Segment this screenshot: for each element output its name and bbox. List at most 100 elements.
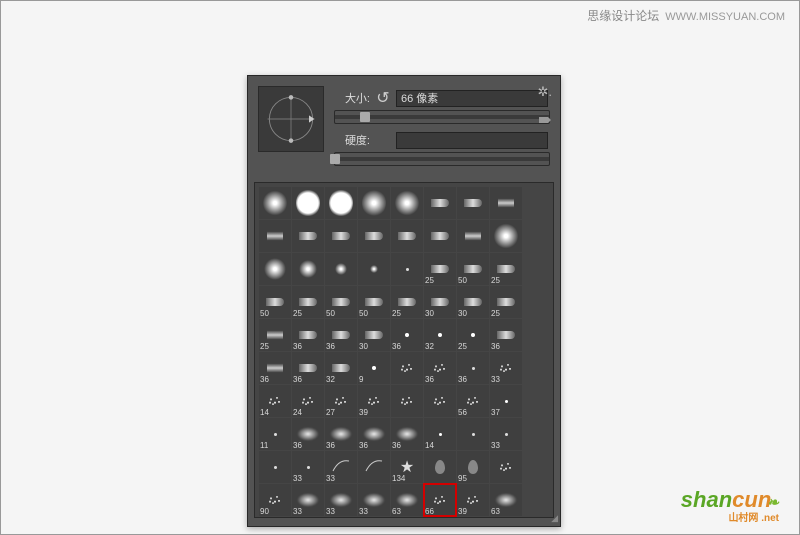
brush-thumb[interactable]: 50 <box>325 286 357 318</box>
brush-thumb[interactable] <box>259 451 291 483</box>
brush-thumb[interactable] <box>358 220 390 252</box>
brush-thumb[interactable]: 100 <box>391 517 423 518</box>
brush-grid: 2550255025505025303025253636303632253636… <box>254 182 554 518</box>
gear-icon[interactable]: ✲. <box>537 84 552 100</box>
brush-thumb[interactable] <box>391 220 423 252</box>
brush-thumb[interactable]: 55 <box>358 517 390 518</box>
brush-thumb[interactable] <box>424 220 456 252</box>
brush-thumb[interactable]: 36 <box>358 418 390 450</box>
brush-thumb[interactable] <box>358 187 390 219</box>
brush-thumb[interactable]: 37 <box>490 385 522 417</box>
brush-thumb[interactable]: 11 <box>259 517 291 518</box>
brush-thumb[interactable]: 25 <box>391 286 423 318</box>
brush-thumb[interactable]: 66 <box>424 484 456 516</box>
brush-thumb[interactable]: 30 <box>424 286 456 318</box>
brush-thumb[interactable]: 30 <box>457 286 489 318</box>
brush-thumb[interactable]: 39 <box>358 385 390 417</box>
resize-grip-icon[interactable]: ◢ <box>551 513 558 524</box>
brush-thumb[interactable]: 32 <box>325 352 357 384</box>
brush-thumb[interactable]: 14 <box>259 385 291 417</box>
brush-thumb[interactable]: 27 <box>325 385 357 417</box>
brush-thumb[interactable]: 90 <box>259 484 291 516</box>
brush-thumb[interactable]: 50 <box>259 286 291 318</box>
hardness-slider[interactable] <box>334 152 550 166</box>
brush-thumb[interactable]: 33 <box>292 451 324 483</box>
brush-thumb[interactable]: 36 <box>325 319 357 351</box>
brush-thumb[interactable]: 39 <box>457 484 489 516</box>
brush-thumb[interactable]: 48 <box>292 517 324 518</box>
brush-thumb[interactable]: 36 <box>424 352 456 384</box>
brush-thumb[interactable]: 63 <box>490 484 522 516</box>
logo: shancun❧ 山村网 .net <box>681 487 779 524</box>
brush-thumb[interactable] <box>259 187 291 219</box>
brush-preview <box>258 86 324 152</box>
brush-thumb[interactable] <box>391 352 423 384</box>
brush-thumb[interactable]: 63 <box>391 484 423 516</box>
brush-thumb[interactable] <box>457 187 489 219</box>
brush-thumb[interactable]: 36 <box>292 319 324 351</box>
brush-thumb[interactable] <box>490 451 522 483</box>
brush-thumb[interactable] <box>391 187 423 219</box>
hardness-slider-thumb[interactable] <box>330 154 340 164</box>
size-input[interactable] <box>396 90 548 107</box>
brush-thumb[interactable] <box>325 253 357 285</box>
brush-thumb[interactable]: 36 <box>325 418 357 450</box>
brush-thumb[interactable] <box>391 253 423 285</box>
size-slider[interactable] <box>334 110 550 124</box>
flyout-menu-icon[interactable] <box>539 112 551 127</box>
brush-thumb[interactable]: 36 <box>490 319 522 351</box>
brush-thumb[interactable]: 32 <box>424 319 456 351</box>
brush-thumb[interactable]: 9 <box>358 352 390 384</box>
brush-thumb[interactable] <box>325 220 357 252</box>
brush-thumb[interactable] <box>292 220 324 252</box>
brush-thumb[interactable]: 24 <box>292 385 324 417</box>
brush-thumb[interactable]: 25 <box>259 319 291 351</box>
brush-thumb[interactable] <box>259 253 291 285</box>
brush-thumb[interactable] <box>391 385 423 417</box>
brush-thumb[interactable]: 36 <box>259 352 291 384</box>
brush-thumb[interactable]: 32 <box>325 517 357 518</box>
brush-thumb[interactable]: ★134 <box>391 451 423 483</box>
reset-size-icon[interactable]: ↺ <box>376 91 390 105</box>
brush-thumb[interactable]: 33 <box>490 418 522 450</box>
brush-thumb[interactable] <box>259 220 291 252</box>
brush-thumb[interactable]: 36 <box>391 418 423 450</box>
brush-thumb[interactable] <box>490 220 522 252</box>
hardness-input[interactable] <box>396 132 548 149</box>
brush-thumb[interactable]: 25 <box>457 319 489 351</box>
brush-thumb[interactable]: 33 <box>358 484 390 516</box>
brush-thumb[interactable]: 14 <box>424 418 456 450</box>
brush-thumb[interactable]: 33 <box>325 484 357 516</box>
brush-thumb[interactable]: 25 <box>490 253 522 285</box>
hardness-label: 硬度: <box>334 132 370 148</box>
brush-thumb[interactable] <box>490 187 522 219</box>
brush-thumb[interactable]: 36 <box>457 352 489 384</box>
brush-thumb[interactable]: 33 <box>490 352 522 384</box>
brush-thumb[interactable]: 36 <box>292 352 324 384</box>
brush-thumb[interactable]: 30 <box>358 319 390 351</box>
brush-thumb[interactable] <box>457 418 489 450</box>
brush-thumb[interactable]: 36 <box>292 418 324 450</box>
brush-thumb[interactable]: 95 <box>457 451 489 483</box>
brush-thumb[interactable] <box>424 385 456 417</box>
brush-thumb[interactable]: 50 <box>358 286 390 318</box>
brush-thumb[interactable]: 33 <box>292 484 324 516</box>
brush-thumb[interactable] <box>358 253 390 285</box>
brush-panel: 大小: ↺ 硬度: ✲. 255025502550502530302525363… <box>247 75 561 527</box>
brush-thumb[interactable]: 25 <box>292 286 324 318</box>
brush-thumb[interactable] <box>292 253 324 285</box>
brush-thumb[interactable] <box>424 451 456 483</box>
brush-thumb[interactable]: 56 <box>457 385 489 417</box>
brush-thumb[interactable]: 25 <box>490 286 522 318</box>
brush-thumb[interactable] <box>424 187 456 219</box>
brush-thumb[interactable]: 36 <box>391 319 423 351</box>
brush-thumb[interactable] <box>358 451 390 483</box>
brush-thumb[interactable]: 11 <box>259 418 291 450</box>
brush-thumb[interactable]: 33 <box>325 451 357 483</box>
brush-thumb[interactable]: 25 <box>424 253 456 285</box>
brush-thumb[interactable] <box>325 187 357 219</box>
size-slider-thumb[interactable] <box>360 112 370 122</box>
brush-thumb[interactable] <box>457 220 489 252</box>
brush-thumb[interactable] <box>292 187 324 219</box>
brush-thumb[interactable]: 50 <box>457 253 489 285</box>
